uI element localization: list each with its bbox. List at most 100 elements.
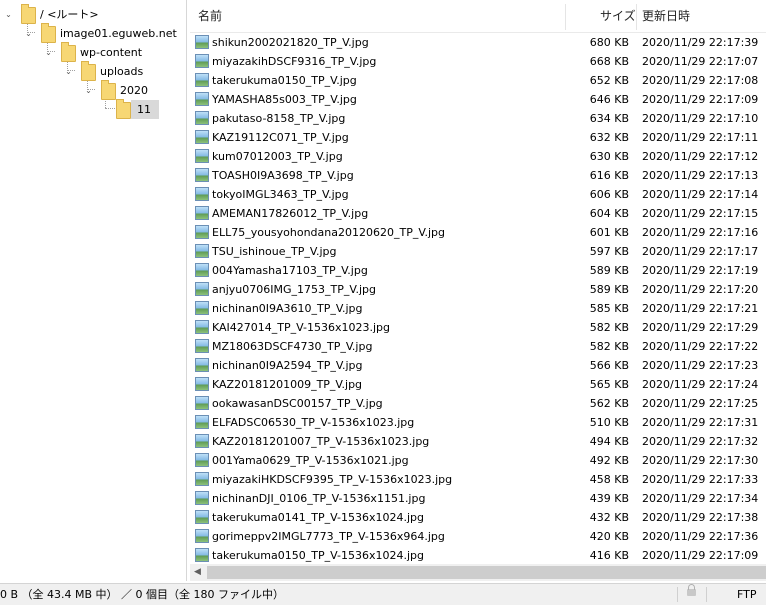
file-row[interactable]: 001Yama0629_TP_V-1536x1021.jpg 492 KB 2020… [190, 451, 766, 470]
image-file-icon [195, 149, 209, 163]
file-modified-date: 2020/11/29 22:17:09 [642, 549, 759, 562]
file-modified-date: 2020/11/29 22:17:17 [642, 245, 759, 258]
file-size: 589 KB [589, 264, 629, 277]
file-name: nichinan0I9A2594_TP_V.jpg [212, 359, 363, 372]
file-row[interactable]: gorimeppv2IMGL7773_TP_V-1536x964.jpg 420 … [190, 527, 766, 546]
file-row[interactable]: YAMASHA85s003_TP_V.jpg 646 KB 2020/11/29 2… [190, 90, 766, 109]
file-row[interactable]: kum07012003_TP_V.jpg 630 KB 2020/11/29 22:… [190, 147, 766, 166]
file-row[interactable]: anjyu0706IMG_1753_TP_V.jpg 589 KB 2020/11/… [190, 280, 766, 299]
file-size: 601 KB [589, 226, 629, 239]
file-name: KAZ20181201007_TP_V-1536x1023.jpg [212, 435, 430, 448]
tree-node-label: wp-content [80, 46, 143, 59]
image-file-icon [195, 130, 209, 144]
file-row[interactable]: tokyoIMGL3463_TP_V.jpg 606 KB 2020/11/29 2… [190, 185, 766, 204]
image-file-icon [195, 111, 209, 125]
folder-icon [116, 99, 131, 119]
file-row[interactable]: takerukuma0141_TP_V-1536x1024.jpg 432 KB 2… [190, 508, 766, 527]
file-row[interactable]: pakutaso-8158_TP_V.jpg 634 KB 2020/11/29 2… [190, 109, 766, 128]
file-size: 416 KB [589, 549, 629, 562]
file-row[interactable]: nichinan0I9A2594_TP_V.jpg 566 KB 2020/11/2… [190, 356, 766, 375]
folder-icon [61, 42, 76, 62]
expand-chevron-icon[interactable]: ⌄ [44, 48, 53, 57]
file-name: nichinanDJI_0106_TP_V-1536x1151.jpg [212, 492, 426, 505]
file-size: 616 KB [589, 169, 629, 182]
image-file-icon [195, 491, 209, 505]
file-row[interactable]: AMEMAN17826012_TP_V.jpg 604 KB 2020/11/29 … [190, 204, 766, 223]
file-modified-date: 2020/11/29 22:17:39 [642, 36, 759, 49]
file-name: MZ18063DSCF4730_TP_V.jpg [212, 340, 373, 353]
image-file-icon [195, 358, 209, 372]
file-row[interactable]: KAZ19112C071_TP_V.jpg 632 KB 2020/11/29 22… [190, 128, 766, 147]
image-file-icon [195, 54, 209, 68]
file-name: gorimeppv2IMGL7773_TP_V-1536x964.jpg [212, 530, 445, 543]
expand-chevron-icon[interactable]: ⌄ [4, 10, 13, 19]
file-size: 606 KB [589, 188, 629, 201]
file-row[interactable]: 004Yamasha17103_TP_V.jpg 589 KB 2020/11/29… [190, 261, 766, 280]
file-row[interactable]: ELFADSC06530_TP_V-1536x1023.jpg 510 KB 202… [190, 413, 766, 432]
file-name: YAMASHA85s003_TP_V.jpg [212, 93, 357, 106]
file-size: 582 KB [589, 340, 629, 353]
file-size: 604 KB [589, 207, 629, 220]
scrollbar-thumb[interactable] [207, 566, 766, 579]
file-size: 652 KB [589, 74, 629, 87]
image-file-icon [195, 320, 209, 334]
file-row[interactable]: ookawasanDSC00157_TP_V.jpg 562 KB 2020/11/… [190, 394, 766, 413]
file-name: takerukuma0150_TP_V-1536x1024.jpg [212, 549, 424, 562]
status-protocol: FTP [737, 588, 757, 601]
file-row[interactable]: ELL75_yousyohondana20120620_TP_V.jpg 601 … [190, 223, 766, 242]
file-row[interactable]: KAZ20181201007_TP_V-1536x1023.jpg 494 KB 2… [190, 432, 766, 451]
column-divider[interactable] [636, 4, 637, 30]
column-header-date[interactable]: 更新日時 [642, 0, 690, 32]
file-list[interactable]: 名前 サイズ 更新日時 shikun2002021820_TP_V.jpg 680… [190, 0, 766, 581]
file-size: 632 KB [589, 131, 629, 144]
folder-tree[interactable]: ⌄ / <ルート> ⌄ image01.eguweb.net ⌄ wp-cont… [0, 0, 187, 581]
file-modified-date: 2020/11/29 22:17:23 [642, 359, 759, 372]
file-row[interactable]: miyazakiHKDSCF9395_TP_V-1536x1023.jpg 458… [190, 470, 766, 489]
column-header-name[interactable]: 名前 [198, 0, 222, 32]
image-file-icon [195, 339, 209, 353]
file-name: tokyoIMGL3463_TP_V.jpg [212, 188, 349, 201]
file-modified-date: 2020/11/29 22:17:07 [642, 55, 759, 68]
file-name: ookawasanDSC00157_TP_V.jpg [212, 397, 383, 410]
file-name: TOASH0I9A3698_TP_V.jpg [212, 169, 354, 182]
file-row[interactable]: TOASH0I9A3698_TP_V.jpg 616 KB 2020/11/29 2… [190, 166, 766, 185]
file-size: 510 KB [589, 416, 629, 429]
scroll-left-arrow-icon[interactable]: ◀ [194, 564, 201, 581]
horizontal-scrollbar[interactable]: ◀ [190, 564, 766, 581]
file-row[interactable]: TSU_ishinoue_TP_V.jpg 597 KB 2020/11/29 22… [190, 242, 766, 261]
image-file-icon [195, 263, 209, 277]
file-size: 585 KB [589, 302, 629, 315]
status-selection-text: 0 B （全 43.4 MB 中） ／ 0 個目（全 180 ファイル中） [0, 588, 285, 601]
file-name: TSU_ishinoue_TP_V.jpg [212, 245, 337, 258]
file-row[interactable]: takerukuma0150_TP_V-1536x1024.jpg 416 KB 2… [190, 546, 766, 565]
file-name: nichinan0I9A3610_TP_V.jpg [212, 302, 363, 315]
file-name: pakutaso-8158_TP_V.jpg [212, 112, 346, 125]
file-row[interactable]: nichinan0I9A3610_TP_V.jpg 585 KB 2020/11/2… [190, 299, 766, 318]
file-row[interactable]: KAZ20181201009_TP_V.jpg 565 KB 2020/11/29 … [190, 375, 766, 394]
file-size: 492 KB [589, 454, 629, 467]
file-name: KAZ20181201009_TP_V.jpg [212, 378, 363, 391]
file-size: 420 KB [589, 530, 629, 543]
expand-chevron-icon[interactable]: ⌄ [24, 29, 33, 38]
file-modified-date: 2020/11/29 22:17:12 [642, 150, 759, 163]
status-divider [677, 587, 678, 602]
expand-chevron-icon[interactable]: ⌄ [64, 67, 73, 76]
file-row[interactable]: miyazakihDSCF9316_TP_V.jpg 668 KB 2020/11/… [190, 52, 766, 71]
file-name: ELFADSC06530_TP_V-1536x1023.jpg [212, 416, 415, 429]
image-file-icon [195, 396, 209, 410]
file-row[interactable]: MZ18063DSCF4730_TP_V.jpg 582 KB 2020/11/29… [190, 337, 766, 356]
file-modified-date: 2020/11/29 22:17:14 [642, 188, 759, 201]
expand-chevron-icon[interactable]: ⌄ [84, 86, 93, 95]
image-file-icon [195, 377, 209, 391]
file-row[interactable]: takerukuma0150_TP_V.jpg 652 KB 2020/11/29 … [190, 71, 766, 90]
file-modified-date: 2020/11/29 22:17:30 [642, 454, 759, 467]
file-row[interactable]: KAI427014_TP_V-1536x1023.jpg 582 KB 2020/1… [190, 318, 766, 337]
file-row[interactable]: nichinanDJI_0106_TP_V-1536x1151.jpg 439 K… [190, 489, 766, 508]
file-name: KAZ19112C071_TP_V.jpg [212, 131, 349, 144]
file-name: KAI427014_TP_V-1536x1023.jpg [212, 321, 390, 334]
file-rows: shikun2002021820_TP_V.jpg 680 KB 2020/11/2… [190, 33, 766, 565]
file-modified-date: 2020/11/29 22:17:13 [642, 169, 759, 182]
file-row[interactable]: shikun2002021820_TP_V.jpg 680 KB 2020/11/2… [190, 33, 766, 52]
column-divider[interactable] [565, 4, 566, 30]
column-header-size[interactable]: サイズ [600, 0, 636, 32]
